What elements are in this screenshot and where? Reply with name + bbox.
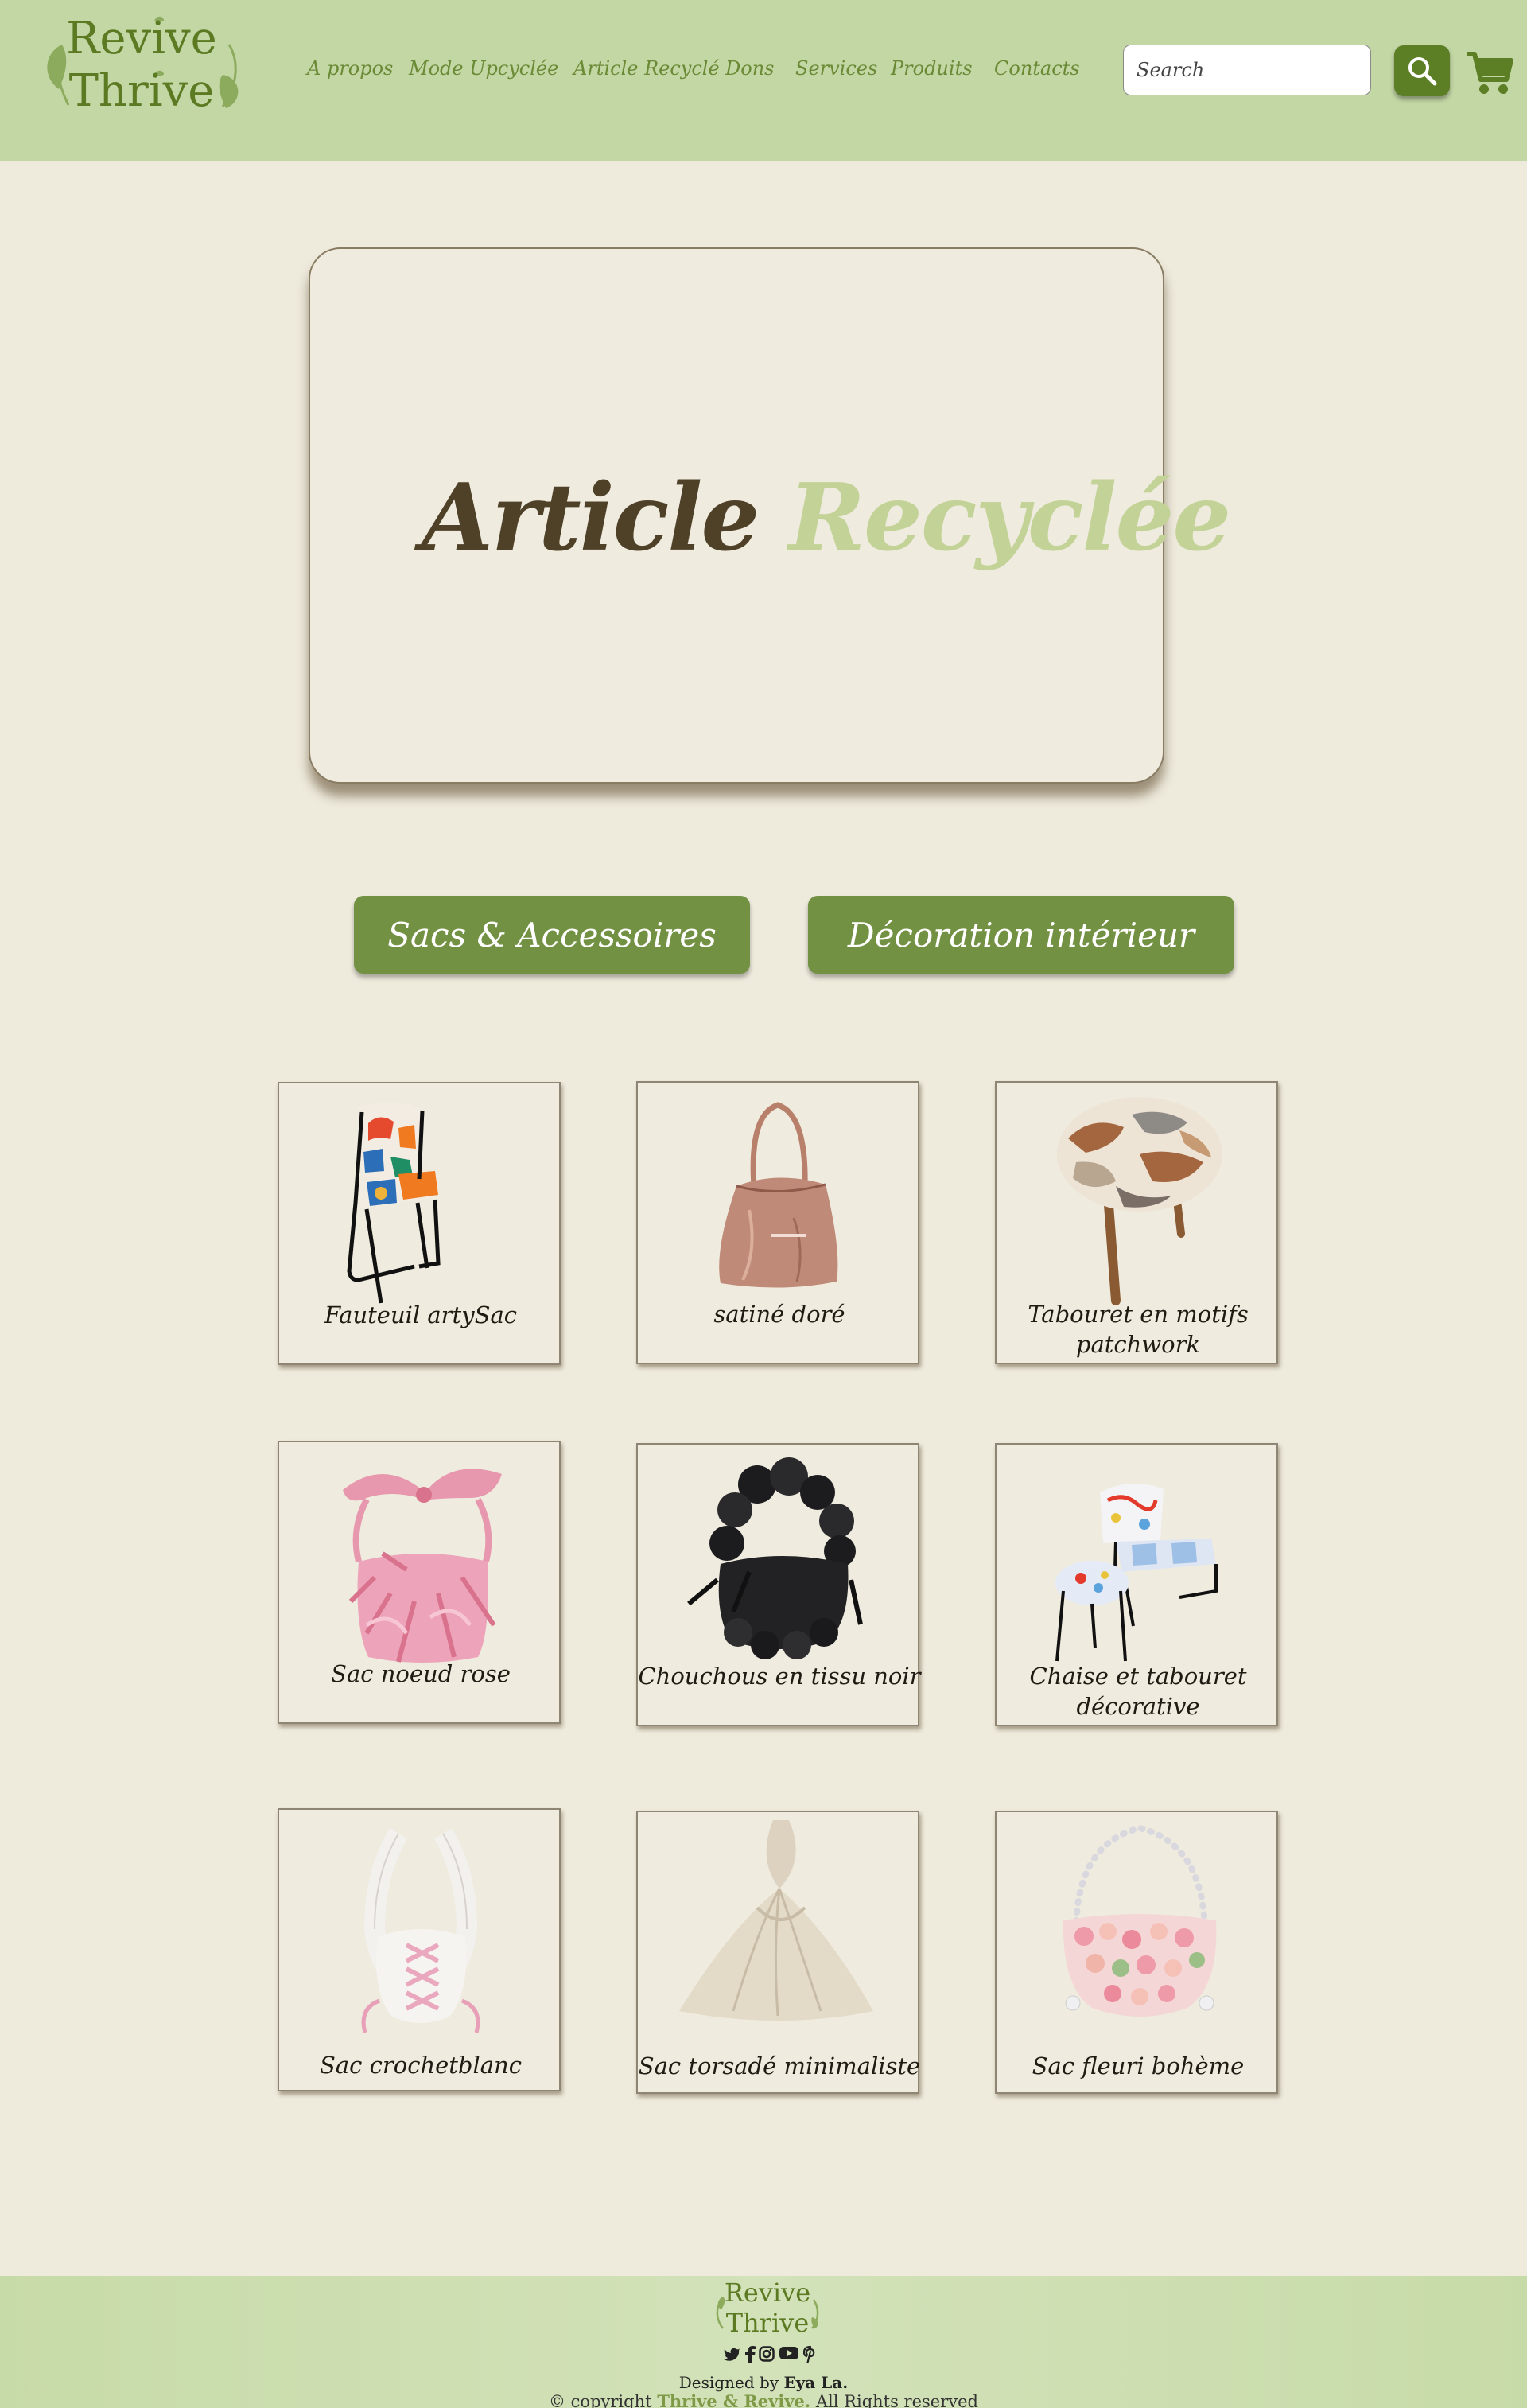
youtube-icon[interactable]: [779, 2346, 798, 2363]
copyright-brand: Thrive & Revive.: [657, 2391, 811, 2408]
product-label: Chouchous en tissu noir: [638, 1661, 921, 1691]
instagram-icon[interactable]: [759, 2346, 775, 2365]
nav-services[interactable]: Services: [795, 57, 877, 80]
product-label-line-1: Chaise et tabouret: [1029, 1663, 1247, 1690]
social-links: [724, 2345, 819, 2367]
nav-a-propos[interactable]: A propos: [307, 57, 393, 80]
product-card[interactable]: Chouchous en tissu noir: [636, 1443, 921, 1726]
cart-icon: [1467, 52, 1513, 94]
hero-card: Article Recyclée: [309, 247, 1231, 784]
nav-contacts[interactable]: Contacts: [994, 57, 1080, 80]
product-label: Sac crochetblanc: [279, 2050, 562, 2080]
satin-bag-image: [719, 1102, 838, 1288]
product-label: Sac noeud rose: [279, 1659, 562, 1689]
hero-title: Article Recyclée: [422, 464, 1232, 572]
category-decoration-interieur-button[interactable]: Décoration intérieur: [808, 896, 1234, 974]
product-label-line-1: Sac noeud rose: [331, 1660, 511, 1687]
logo-line-2: Thrive: [68, 65, 215, 117]
category-sacs-accessoires-button[interactable]: Sacs & Accessoires: [354, 896, 750, 974]
product-label: satiné doré: [638, 1299, 921, 1329]
logo-line-1: Revive: [66, 13, 217, 64]
product-card[interactable]: Tabouret en motifs patchwork: [995, 1081, 1278, 1364]
product-label-line-1: Tabouret en motifs: [1028, 1301, 1249, 1328]
logo[interactable]: Revive Thrive: [38, 13, 245, 118]
twitter-icon[interactable]: [724, 2346, 741, 2365]
product-label-line-2: patchwork: [1075, 1331, 1201, 1358]
product-label: Sac torsadé minimaliste: [638, 2051, 921, 2081]
product-card[interactable]: Fauteuil artySac: [278, 1082, 561, 1365]
footer-logo-text: Revive Thrive: [712, 2278, 823, 2338]
product-card[interactable]: Sac fleuri bohème: [995, 1811, 1278, 2094]
copyright-prefix: © copyright: [549, 2392, 652, 2408]
hero-title-word-2: Recyclée: [788, 464, 1232, 572]
nav-dons[interactable]: Dons: [725, 57, 774, 80]
product-card[interactable]: Sac noeud rose: [278, 1441, 561, 1724]
site-footer: Revive Thrive Designed by Eya La. © copy…: [0, 2276, 1527, 2408]
product-label: Sac fleuri bohème: [997, 2051, 1280, 2081]
search-icon: [1408, 57, 1437, 86]
chair-image: [347, 1101, 441, 1304]
product-label: Chaise et tabouret décorative: [997, 1661, 1280, 1721]
copyright-text: © copyright Thrive & Revive. All Rights …: [0, 2391, 1527, 2408]
nav-article-recycle[interactable]: Article Recyclé: [573, 57, 720, 80]
hero-title-word-1: Article: [422, 464, 760, 572]
product-card[interactable]: Sac torsadé minimaliste: [636, 1811, 921, 2094]
site-header: Revive Thrive A propos Mode Upcyclée Art…: [0, 0, 1527, 161]
nav-produits[interactable]: Produits: [891, 57, 973, 80]
footer-logo-line-1: Revive: [724, 2278, 811, 2308]
product-label-line-1: Sac fleuri bohème: [1032, 2052, 1245, 2079]
cart-button[interactable]: [1465, 49, 1514, 97]
product-label: Tabouret en motifs patchwork: [997, 1299, 1280, 1360]
product-card[interactable]: Chaise et tabouret décorative: [995, 1443, 1278, 1726]
designed-by-text: Designed by Eya La.: [0, 2373, 1527, 2392]
product-card[interactable]: Sac crochetblanc: [278, 1808, 561, 2091]
decorative-chair-stool-image: [1055, 1483, 1218, 1662]
patchwork-stool-image: [1057, 1097, 1222, 1305]
pink-bow-bag-image: [343, 1469, 502, 1663]
product-label: Fauteuil artySac: [279, 1300, 562, 1330]
product-label-line-1: Fauteuil artySac: [324, 1301, 517, 1328]
pinterest-icon[interactable]: [802, 2345, 818, 2367]
black-scrunchie-bag-image: [687, 1457, 863, 1659]
floral-bag-image: [1063, 1824, 1217, 2017]
search-button[interactable]: [1394, 45, 1450, 96]
footer-logo[interactable]: Revive Thrive: [712, 2278, 823, 2341]
nav-mode-upcyclee[interactable]: Mode Upcyclée: [409, 57, 558, 80]
designer-name: Eya La.: [783, 2373, 849, 2392]
product-label-line-1: satiné doré: [713, 1301, 845, 1328]
product-label-line-2: décorative: [1076, 1693, 1200, 1720]
copyright-suffix: All Rights reserved: [815, 2392, 978, 2408]
search-input[interactable]: [1123, 45, 1371, 95]
product-label-line-1: Sac crochetblanc: [320, 2052, 522, 2079]
twisted-bag-image: [679, 1820, 873, 2021]
white-crochet-bag-image: [361, 1828, 480, 2033]
footer-logo-line-2: Thrive: [725, 2308, 810, 2338]
logo-text: Revive Thrive: [38, 13, 245, 118]
product-label-line-1: Sac torsadé minimaliste: [638, 2052, 921, 2079]
designed-by-prefix: Designed by: [678, 2373, 779, 2392]
product-card[interactable]: satiné doré: [636, 1081, 919, 1364]
facebook-icon[interactable]: [744, 2346, 756, 2367]
product-label-line-1: Chouchous en tissu noir: [638, 1663, 921, 1690]
